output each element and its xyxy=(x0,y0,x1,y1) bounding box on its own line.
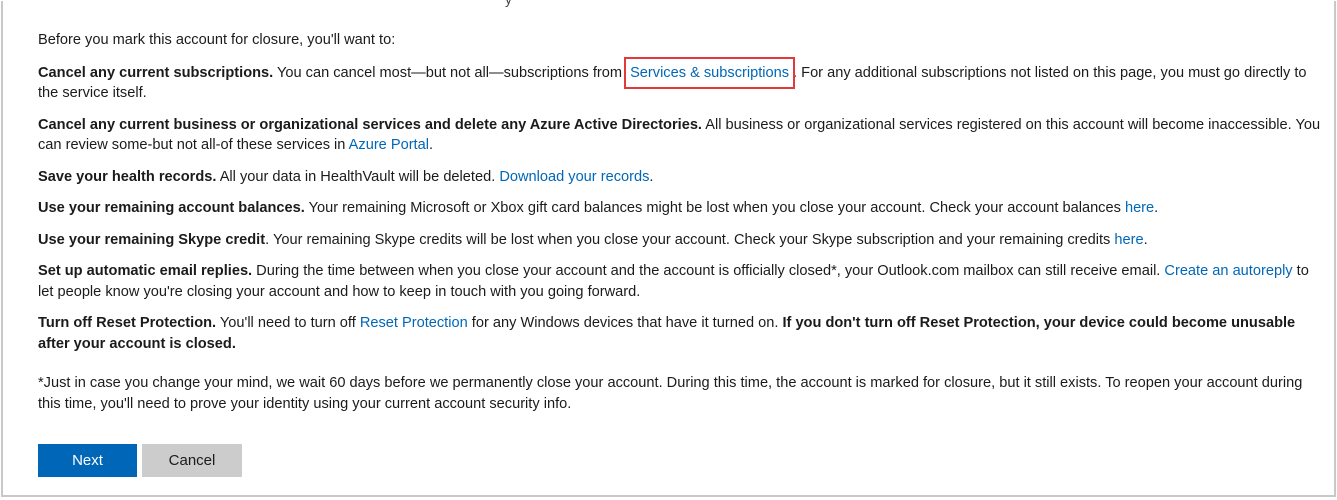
create-autoreply-link[interactable]: Create an autoreply xyxy=(1164,263,1292,279)
item-text: You'll need to turn off xyxy=(216,315,360,331)
item-title: Use your remaining account balances. xyxy=(38,200,305,216)
intro-text: Before you mark this account for closure… xyxy=(38,32,396,48)
item-text: Your remaining Microsoft or Xbox gift ca… xyxy=(304,200,1125,216)
item-text: . xyxy=(649,168,654,185)
azure-portal-link[interactable]: Azure Portal xyxy=(349,137,429,153)
item-text: . xyxy=(428,137,434,153)
item-title: Turn off Reset Protection. xyxy=(38,315,217,331)
item-title: Use your remaining Skype credit xyxy=(38,231,266,248)
item-health-records: Save your health records. All your data … xyxy=(38,167,1323,188)
item-title: Set up automatic email replies. xyxy=(38,263,253,279)
skype-credits-link[interactable]: here xyxy=(1114,232,1143,248)
item-text: . xyxy=(1154,200,1159,216)
item-text: . Your remaining Skype credits will be l… xyxy=(265,231,1115,248)
item-text: All your data in HealthVault will be del… xyxy=(216,168,500,185)
reset-protection-link[interactable]: Reset Protection xyxy=(360,315,468,331)
item-text: You can cancel most—but not all—subscrip… xyxy=(273,64,627,81)
cut-off-text: y xyxy=(505,0,512,7)
item-account-balances: Use your remaining account balances. You… xyxy=(38,198,1323,219)
item-skype-credit: Use your remaining Skype credit. Your re… xyxy=(38,230,1323,251)
next-button[interactable]: Next xyxy=(38,444,137,477)
item-text: for any Windows devices that have it tur… xyxy=(467,315,783,331)
item-reset-protection: Turn off Reset Protection. You'll need t… xyxy=(38,313,1323,354)
action-buttons: Next Cancel xyxy=(38,444,242,477)
account-balances-link[interactable]: here xyxy=(1125,200,1154,216)
item-subscriptions: Cancel any current subscriptions. You ca… xyxy=(38,56,1323,104)
footnote: *Just in case you change your mind, we w… xyxy=(38,375,1303,412)
item-title: Cancel any current business or organizat… xyxy=(38,116,702,133)
item-title: Save your health records. xyxy=(38,168,217,185)
item-text: During the time between when you close y… xyxy=(252,263,1165,279)
cancel-button[interactable]: Cancel xyxy=(142,444,242,477)
item-business-services: Cancel any current business or organizat… xyxy=(38,115,1323,156)
item-email-replies: Set up automatic email replies. During t… xyxy=(38,261,1323,302)
item-text: . xyxy=(1143,231,1148,248)
item-title: Cancel any current subscriptions. xyxy=(38,64,274,81)
closure-instructions: Before you mark this account for closure… xyxy=(38,30,1323,429)
services-subscriptions-link[interactable]: Services & subscriptions xyxy=(624,56,796,89)
download-records-link[interactable]: Download your records xyxy=(499,169,649,185)
